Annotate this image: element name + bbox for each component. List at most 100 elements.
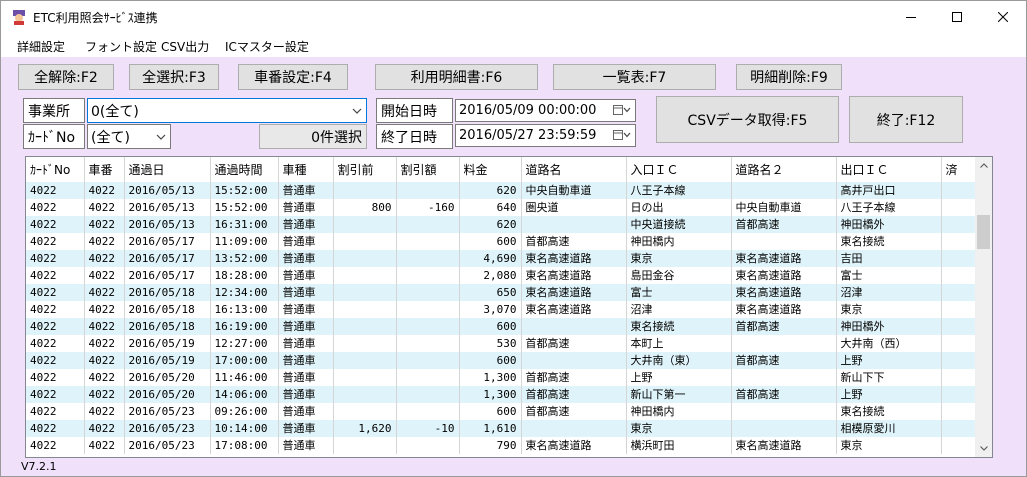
table-row[interactable]: 4022 4022 2016/05/20 11:46:00 普通車 1,300 首都高速 上野… <box>26 369 976 386</box>
column-header[interactable]: 通過時間 <box>210 157 279 182</box>
table-row[interactable]: 4022 4022 2016/05/23 09:26:00 普通車 600 首都高速 神田橋内… <box>26 403 976 420</box>
csv-fetch-button[interactable]: CSVデータ取得:F5 <box>656 96 839 143</box>
table-cell: 15:52:00 <box>210 182 279 199</box>
maximize-button[interactable] <box>934 1 980 33</box>
table-cell <box>941 301 976 318</box>
table-cell: 4022 <box>26 386 85 403</box>
table-row[interactable]: 4022 4022 2016/05/18 12:34:00 普通車 650 東名高速道路 富士… <box>26 284 976 301</box>
column-header[interactable]: ｶｰﾄﾞNo <box>26 157 85 182</box>
table-cell: 17:08:00 <box>210 437 279 454</box>
table-cell <box>333 216 397 233</box>
column-header[interactable]: 道路名 <box>521 157 627 182</box>
table-row[interactable]: 4022 4022 2016/05/19 17:00:00 普通車 600 大井南（東） 首都… <box>26 352 976 369</box>
table-cell: 2016/05/23 <box>124 403 211 420</box>
table-cell <box>941 182 976 199</box>
table-cell: 東京 <box>836 301 942 318</box>
table-row[interactable]: 4022 4022 2016/05/17 11:09:00 普通車 600 首都高速 神田橋内… <box>26 233 976 250</box>
table-cell: 2016/05/13 <box>124 199 211 216</box>
table-cell: 普通車 <box>278 369 334 386</box>
column-header[interactable]: 車種 <box>278 157 334 182</box>
car-number-setting-button[interactable]: 車番設定:F4 <box>238 64 348 90</box>
table-cell <box>333 403 397 420</box>
table-row[interactable]: 4022 4022 2016/05/17 13:52:00 普通車 4,690 東名高速道路… <box>26 250 976 267</box>
menu-detail-settings[interactable]: 詳細設定 <box>17 38 65 55</box>
table-cell: 普通車 <box>278 301 334 318</box>
table-cell: 2016/05/17 <box>124 250 211 267</box>
table-cell: 八王子本線 <box>836 199 942 216</box>
table-row[interactable]: 4022 4022 2016/05/19 12:27:00 普通車 530 首都高速 本町上大… <box>26 335 976 352</box>
table-cell: 2016/05/17 <box>124 233 211 250</box>
column-header[interactable]: 車番 <box>84 157 125 182</box>
table-cell: 4022 <box>26 335 85 352</box>
exit-button[interactable]: 終了:F12 <box>849 96 963 143</box>
menu-ic-master-settings[interactable]: ICマスター設定 <box>225 38 309 55</box>
chevron-down-icon <box>979 446 988 451</box>
table-cell: 620 <box>459 182 522 199</box>
table-row[interactable]: 4022 4022 2016/05/23 10:14:00 普通車 1,620 -10 1,6… <box>26 420 976 437</box>
table-cell: 13:52:00 <box>210 250 279 267</box>
delete-detail-button[interactable]: 明細削除:F9 <box>736 64 842 90</box>
column-header[interactable]: 入口ＩＣ <box>626 157 732 182</box>
table-row[interactable]: 4022 4022 2016/05/18 16:19:00 普通車 600 東名接続 首都高速… <box>26 318 976 335</box>
table-row[interactable]: 4022 4022 2016/05/17 18:28:00 普通車 2,080 東名高速道路… <box>26 267 976 284</box>
menu-csv-output[interactable]: CSV出力 <box>161 38 209 55</box>
table-cell <box>731 403 837 420</box>
end-datetime-picker[interactable]: 2016/05/27 23:59:59 <box>455 124 636 147</box>
table-cell: 富士 <box>836 267 942 284</box>
close-button[interactable] <box>980 1 1026 33</box>
vertical-scrollbar[interactable] <box>975 157 992 457</box>
office-label: 事業所 <box>23 98 85 123</box>
column-header[interactable]: 道路名２ <box>731 157 837 182</box>
table-cell: 普通車 <box>278 267 334 284</box>
table-cell: 4022 <box>26 437 85 454</box>
table-cell: 大井南（東） <box>626 352 732 369</box>
table-cell: 4022 <box>84 386 125 403</box>
column-header[interactable]: 通過日 <box>124 157 211 182</box>
table-row[interactable]: 4022 4022 2016/05/13 15:52:00 普通車 620 中央自動車道 八王… <box>26 182 976 199</box>
list-view-button[interactable]: 一覧表:F7 <box>553 64 716 90</box>
start-datetime-picker[interactable]: 2016/05/09 00:00:00 <box>455 99 636 122</box>
table-cell: 2016/05/18 <box>124 284 211 301</box>
menu-font-settings[interactable]: フォント設定 <box>85 38 157 55</box>
table-cell: 東名高速道路 <box>521 250 627 267</box>
table-cell <box>731 233 837 250</box>
table-cell: 東名高速道路 <box>731 267 837 284</box>
table-cell: 島田金谷 <box>626 267 732 284</box>
office-select-value: 0(全て) <box>91 103 139 120</box>
table-cell: 東京 <box>626 250 732 267</box>
usage-statement-button[interactable]: 利用明細書:F6 <box>375 64 538 90</box>
scroll-down-button[interactable] <box>975 440 992 457</box>
column-header[interactable]: 割引前 <box>333 157 397 182</box>
start-datetime-label: 開始日時 <box>376 98 453 123</box>
table-cell: 東名接続 <box>836 233 942 250</box>
office-select[interactable]: 0(全て) <box>87 98 367 123</box>
column-header[interactable]: 出口ＩＣ <box>836 157 942 182</box>
table-cell: 11:46:00 <box>210 369 279 386</box>
card-select[interactable]: (全て) <box>87 124 171 149</box>
column-header[interactable]: 料金 <box>459 157 522 182</box>
table-row[interactable]: 4022 4022 2016/05/20 14:06:00 普通車 1,300 首都高速 新山… <box>26 386 976 403</box>
table-cell <box>396 267 460 284</box>
table-cell: 普通車 <box>278 199 334 216</box>
table-row[interactable]: 4022 4022 2016/05/13 16:31:00 普通車 620 中央道接続 首都高… <box>26 216 976 233</box>
clear-all-button[interactable]: 全解除:F2 <box>18 64 114 90</box>
table-cell: 普通車 <box>278 352 334 369</box>
minimize-button[interactable] <box>888 1 934 33</box>
table-cell: 790 <box>459 437 522 454</box>
table-row[interactable]: 4022 4022 2016/05/18 16:13:00 普通車 3,070 東名高速道路… <box>26 301 976 318</box>
usage-grid[interactable]: ｶｰﾄﾞNo 車番 通過日 通過時間 車種 割引前 割引額 料金 道路名 入口ＩＣ 道路名２ 出口ＩＣ… <box>25 156 993 458</box>
title-bar[interactable]: ETC利用照会ｻｰﾋﾞｽ連携 <box>1 1 1026 33</box>
table-row[interactable]: 4022 4022 2016/05/13 15:52:00 普通車 800 -160 640 圏… <box>26 199 976 216</box>
select-all-button[interactable]: 全選択:F3 <box>129 64 219 90</box>
table-cell: 2016/05/13 <box>124 216 211 233</box>
scroll-up-button[interactable] <box>975 157 992 174</box>
table-cell <box>396 216 460 233</box>
table-row[interactable]: 4022 4022 2016/05/23 17:08:00 普通車 790 東名高速道路 横浜… <box>26 437 976 454</box>
scrollbar-thumb[interactable] <box>977 215 990 249</box>
table-cell: 普通車 <box>278 250 334 267</box>
table-cell: 11:09:00 <box>210 233 279 250</box>
column-header[interactable]: 割引額 <box>396 157 460 182</box>
table-cell <box>941 199 976 216</box>
column-header[interactable]: 済 <box>941 157 976 182</box>
app-icon <box>13 10 25 25</box>
